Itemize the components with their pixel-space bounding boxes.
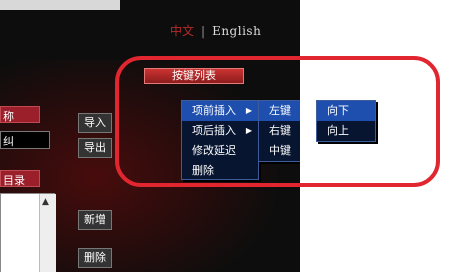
- language-switcher: 中文 | English: [170, 22, 261, 39]
- annotation-highlight-ring: [115, 56, 440, 187]
- list-scrollbar[interactable]: ▲: [39, 194, 56, 272]
- macro-list-box[interactable]: ▲: [0, 193, 56, 272]
- export-button[interactable]: 导出: [78, 138, 112, 158]
- add-button[interactable]: 新增: [78, 210, 112, 230]
- import-button[interactable]: 导入: [78, 113, 112, 133]
- lang-english-link[interactable]: English: [212, 24, 261, 38]
- lang-separator: |: [201, 24, 206, 38]
- left-tab-name-label: 称: [3, 110, 14, 123]
- left-tab-directory[interactable]: 目录: [0, 170, 40, 187]
- left-name-field[interactable]: 纠: [0, 131, 50, 149]
- delete-button[interactable]: 删除: [78, 248, 112, 268]
- left-name-field-text: 纠: [3, 135, 14, 148]
- lang-chinese-link[interactable]: 中文: [170, 24, 194, 38]
- title-bar-fragment: [0, 0, 120, 10]
- left-tab-name[interactable]: 称: [0, 106, 40, 123]
- scroll-up-icon[interactable]: ▲: [42, 197, 49, 207]
- left-tab-directory-label: 目录: [3, 174, 25, 187]
